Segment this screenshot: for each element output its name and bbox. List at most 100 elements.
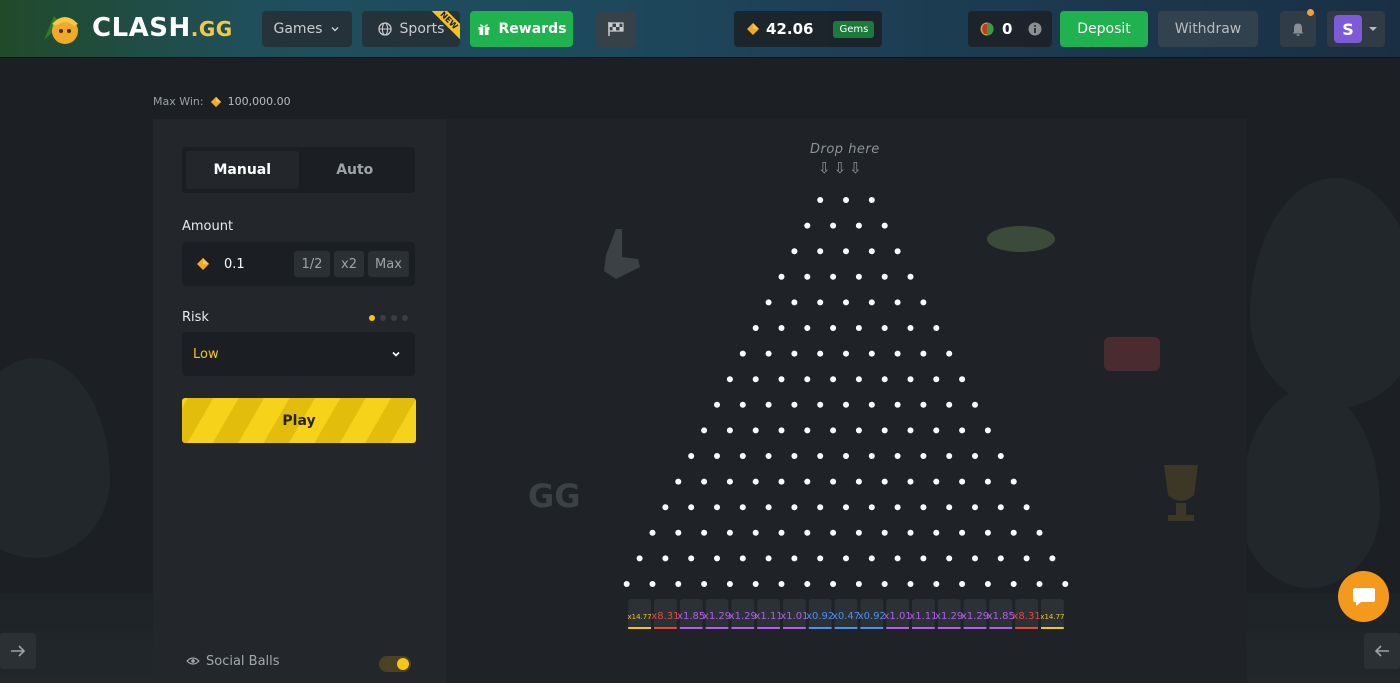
peg xyxy=(817,299,824,306)
max-win-label: Max Win: xyxy=(153,95,204,108)
info-icon[interactable] xyxy=(1028,22,1042,36)
peg xyxy=(1062,581,1069,587)
peg xyxy=(804,427,811,434)
bet-amount-value[interactable]: 0.1 xyxy=(224,257,282,272)
race-flag-button[interactable] xyxy=(596,11,636,47)
peg xyxy=(752,376,759,383)
peg xyxy=(804,273,811,280)
play-button[interactable]: Play xyxy=(182,398,416,443)
peg xyxy=(920,350,927,357)
peg xyxy=(739,350,746,357)
multiplier-label: x8.31 xyxy=(651,611,679,622)
peg xyxy=(817,197,824,203)
peg xyxy=(972,401,978,408)
peg xyxy=(804,529,811,536)
peg xyxy=(830,529,837,536)
coins-balance[interactable]: 0 xyxy=(968,11,1052,47)
peg xyxy=(920,401,927,408)
multiplier-label: x14.77 xyxy=(628,613,652,621)
rewards-button[interactable]: Rewards xyxy=(470,11,573,47)
coin-icon xyxy=(980,22,994,36)
max-amount-button[interactable]: Max xyxy=(368,251,409,277)
chevron-down-icon xyxy=(392,351,400,357)
max-win-info: Max Win: 100,000.00 xyxy=(153,95,291,108)
social-balls-toggle[interactable] xyxy=(379,656,411,672)
deposit-button[interactable]: Deposit xyxy=(1060,11,1148,47)
account-menu-button[interactable]: S xyxy=(1327,11,1385,47)
peg xyxy=(920,504,927,511)
multiplier-label: x1.29 xyxy=(729,611,757,622)
tab-auto[interactable]: Auto xyxy=(299,151,412,189)
peg xyxy=(778,529,785,536)
bet-amount-field[interactable]: 0.1 1/2 x2 Max xyxy=(182,242,415,286)
peg xyxy=(855,529,862,536)
peg xyxy=(804,478,811,485)
withdraw-button[interactable]: Withdraw xyxy=(1158,11,1258,47)
peg xyxy=(984,529,991,536)
risk-select[interactable]: Low xyxy=(182,332,415,376)
multiplier-bucket: x1.29 xyxy=(935,599,963,629)
peg xyxy=(752,581,759,587)
peg xyxy=(855,325,862,331)
peg xyxy=(855,376,862,383)
peg xyxy=(997,504,1004,511)
notifications-button[interactable] xyxy=(1280,9,1316,47)
peg xyxy=(739,555,746,562)
expand-right-button[interactable] xyxy=(1364,633,1400,669)
peg xyxy=(791,504,798,511)
games-label: Games xyxy=(273,21,323,37)
peg xyxy=(726,427,733,434)
gems-balance[interactable]: 42.06 Gems xyxy=(734,11,882,47)
peg xyxy=(726,478,733,485)
double-amount-button[interactable]: x2 xyxy=(334,251,364,277)
chat-button[interactable] xyxy=(1338,571,1389,622)
peg xyxy=(868,504,875,511)
arrow-left-icon xyxy=(1374,645,1389,657)
tab-manual[interactable]: Manual xyxy=(186,151,299,189)
peg xyxy=(946,504,953,511)
peg xyxy=(765,401,772,408)
half-amount-button[interactable]: 1/2 xyxy=(294,251,330,277)
peg xyxy=(920,299,927,306)
peg xyxy=(881,581,888,587)
peg xyxy=(894,504,901,511)
peg xyxy=(778,376,785,383)
sports-button[interactable]: Sports NEW xyxy=(362,11,460,47)
peg-field: x14.77 x8.31x1.85x1.29x1.29x1.11x1.01x0.9… xyxy=(623,197,1069,629)
clash-logo[interactable]: CLASH.GG xyxy=(40,6,233,50)
peg xyxy=(1049,555,1056,562)
peg xyxy=(817,504,824,511)
peg xyxy=(791,350,798,357)
peg xyxy=(843,504,849,511)
multiplier-label: x1.29 xyxy=(961,611,989,622)
games-dropdown-button[interactable]: Games xyxy=(262,11,352,47)
multiplier-bucket: x14.77 xyxy=(1040,599,1064,629)
peg xyxy=(714,504,720,511)
multiplier-label: x0.47 xyxy=(832,611,860,622)
peg xyxy=(714,453,720,459)
peg xyxy=(907,376,914,383)
multiplier-label: x1.29 xyxy=(703,611,731,622)
risk-level-indicator xyxy=(369,315,408,321)
peg xyxy=(946,555,953,562)
multiplier-label: x1.01 xyxy=(884,611,912,622)
peg xyxy=(972,555,978,562)
peg xyxy=(868,299,875,306)
peg xyxy=(933,376,940,383)
peg xyxy=(868,350,875,357)
peg xyxy=(843,197,849,203)
multiplier-bucket: x1.11 xyxy=(909,599,937,629)
peg xyxy=(959,581,966,587)
multiplier-bucket: x1.85 xyxy=(987,599,1015,629)
amount-label: Amount xyxy=(182,219,234,234)
peg xyxy=(791,401,798,408)
bell-icon xyxy=(1292,23,1304,36)
peg xyxy=(843,401,849,408)
peg xyxy=(649,581,656,587)
peg xyxy=(868,197,875,203)
peg xyxy=(752,325,759,331)
peg xyxy=(817,401,824,408)
expand-left-button[interactable] xyxy=(0,633,36,669)
peg xyxy=(726,376,733,383)
peg xyxy=(855,273,862,280)
